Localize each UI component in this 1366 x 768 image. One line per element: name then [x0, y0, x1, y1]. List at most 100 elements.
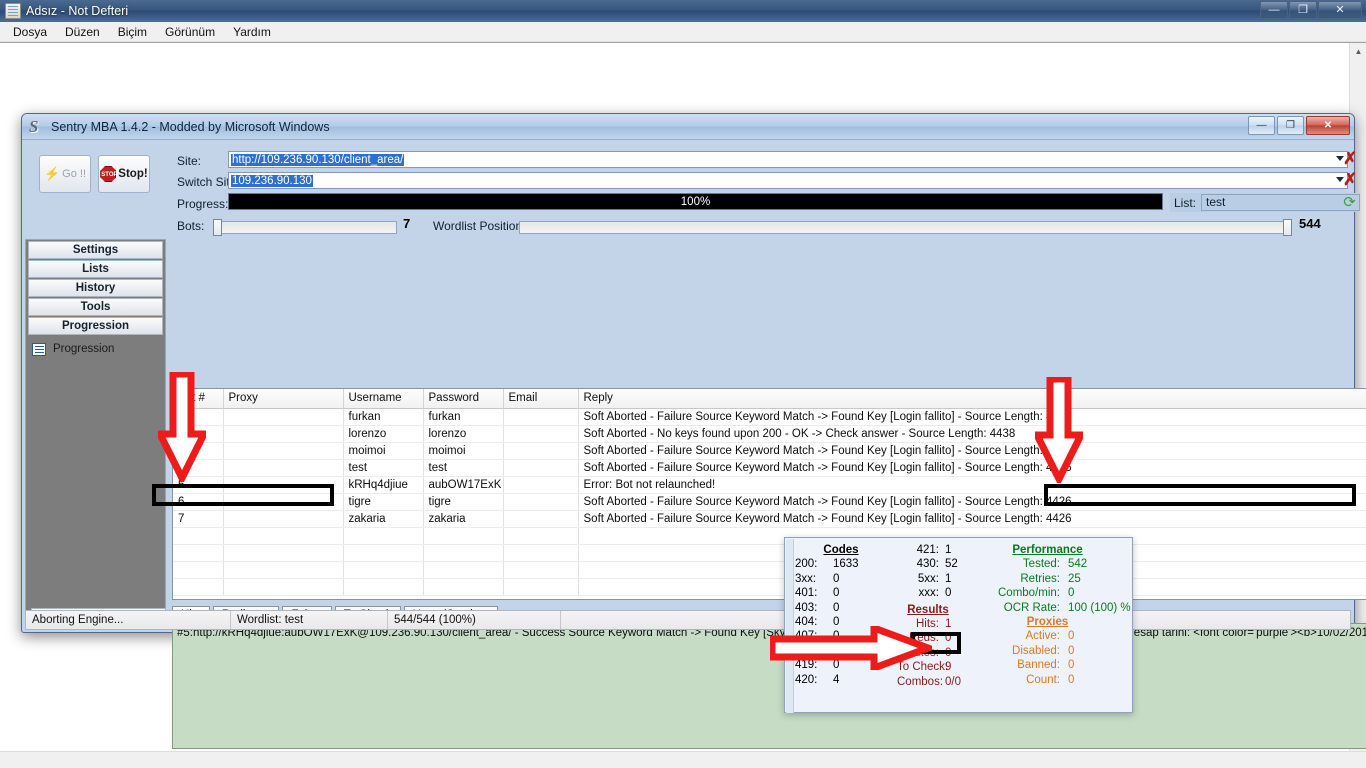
sentry-minimize-button[interactable]: —	[1248, 116, 1275, 135]
column-header-password[interactable]: Password	[423, 389, 503, 408]
clear-switch-site-icon[interactable]: ✗	[1343, 171, 1357, 188]
refresh-icon[interactable]: ⟳	[1341, 195, 1358, 211]
notepad-maximize-button[interactable]: ❐	[1289, 1, 1317, 19]
cell-proxy	[223, 510, 343, 527]
menu-gorunum[interactable]: Görünüm	[156, 23, 224, 41]
notepad-minimize-button[interactable]: —	[1260, 1, 1288, 19]
cell-empty	[173, 578, 223, 595]
stats-code-value: 4	[829, 673, 839, 687]
stats-performance-value: 0	[1060, 586, 1126, 600]
stats-code-label: 401:	[795, 586, 829, 600]
notepad-close-button[interactable]: ✕	[1318, 1, 1362, 19]
sidebar-item-lists[interactable]: Lists	[28, 260, 163, 278]
go-button[interactable]: ⚡ Go !!	[39, 155, 91, 193]
menu-bicim[interactable]: Biçim	[109, 23, 156, 41]
sidebar-item-settings[interactable]: Settings	[28, 241, 163, 259]
menu-duzen[interactable]: Düzen	[56, 23, 109, 41]
cell-empty	[503, 561, 578, 578]
cell-password: test	[423, 459, 503, 476]
stats-scrollbar[interactable]	[786, 539, 794, 713]
cell-password: tigre	[423, 493, 503, 510]
wordlist-slider-thumb[interactable]	[1283, 219, 1292, 236]
progress-value: 100%	[681, 196, 710, 208]
table-row-empty	[173, 578, 1366, 595]
notepad-window-buttons[interactable]: — ❐ ✕	[1259, 1, 1362, 19]
sentry-close-button[interactable]: ✕	[1306, 116, 1350, 135]
sentry-window-buttons[interactable]: — ❐ ✕	[1246, 116, 1350, 135]
notepad-titlebar: Adsız - Not Defteri — ❐ ✕	[0, 0, 1366, 22]
status-wordlist: Wordlist: test	[231, 611, 388, 629]
stats-result-value: 9	[939, 660, 969, 674]
table-row[interactable]: 3moimoimoimoiSoft Aborted - Failure Sour…	[173, 442, 1366, 459]
highlight-box-hits-count	[911, 632, 961, 654]
stats-performance-row: OCR Rate:100 (100) %	[969, 601, 1126, 615]
sentry-maximize-button[interactable]: ❐	[1277, 116, 1304, 135]
scroll-up-icon[interactable]: ▲	[1350, 43, 1366, 60]
stats-code-label: xxx:	[897, 586, 939, 600]
stats-proxy-value: 0	[1060, 629, 1126, 643]
table-row[interactable]: 7zakariazakariaSoft Aborted - Failure So…	[173, 510, 1366, 527]
sentry-title: Sentry MBA 1.4.2 - Modded by Microsoft W…	[51, 120, 330, 134]
cell-password: zakaria	[423, 510, 503, 527]
stats-code-row: 421:1	[887, 543, 969, 557]
table-row[interactable]: 4testtestSoft Aborted - Failure Source K…	[173, 459, 1366, 476]
switch-site-combobox[interactable]: 109.236.90.130	[228, 172, 1348, 189]
stats-code-row: 200:1633	[795, 557, 887, 571]
stats-code-value: 1633	[829, 557, 859, 571]
sidebar-item-history[interactable]: History	[28, 279, 163, 297]
hits-panel[interactable]: #5:http://kRHq4djiue:aubOW17ExK@109.236.…	[172, 623, 1366, 749]
stats-performance-label: Combo/min:	[998, 586, 1060, 600]
cell-empty	[423, 578, 503, 595]
stats-codes-heading: Codes	[795, 543, 887, 557]
sidebar-subitem-progression[interactable]: Progression	[26, 339, 165, 359]
stop-button[interactable]: STOP Stop!	[98, 155, 150, 193]
bots-slider-thumb[interactable]	[213, 219, 222, 236]
stats-code-value: 0	[829, 629, 839, 643]
cell-empty	[423, 561, 503, 578]
stats-proxy-value: 0	[1060, 673, 1126, 687]
cell-empty	[343, 544, 423, 561]
wordlist-slider[interactable]	[519, 221, 1289, 234]
menu-dosya[interactable]: Dosya	[4, 23, 56, 41]
cell-empty	[223, 544, 343, 561]
cell-bot: 7	[173, 510, 223, 527]
clear-site-icon[interactable]: ✗	[1343, 150, 1357, 167]
column-header-bot[interactable]: Bot #	[173, 389, 223, 408]
stats-code-label: 419:	[795, 658, 829, 672]
stats-performance-row: Retries:25	[969, 572, 1126, 586]
stats-proxy-label: Active:	[1025, 629, 1060, 643]
cell-proxy	[223, 442, 343, 459]
table-row[interactable]: 2lorenzolorenzoSoft Aborted - No keys fo…	[173, 425, 1366, 442]
column-header-email[interactable]: Email	[503, 389, 578, 408]
table-row-empty	[173, 561, 1366, 578]
stats-proxies-heading: Proxies	[969, 615, 1126, 629]
table-row[interactable]: 1furkanfurkanSoft Aborted - Failure Sour…	[173, 408, 1366, 425]
notepad-title: Adsız - Not Defteri	[26, 4, 128, 18]
stats-code-label: 430:	[897, 557, 939, 571]
cell-email	[503, 459, 578, 476]
cell-email	[503, 476, 578, 493]
stats-result-row: To Check:9	[887, 660, 969, 674]
column-header-reply[interactable]: Reply	[578, 389, 1366, 408]
notepad-horizontal-scrollbar[interactable]	[0, 751, 1366, 768]
stats-performance-row: Tested:542	[969, 557, 1126, 571]
sidebar-item-progression[interactable]: Progression	[28, 317, 163, 335]
stats-result-row: Hits:1	[887, 617, 969, 631]
list-value[interactable]: test	[1201, 194, 1360, 211]
bots-label: Bots:	[177, 219, 217, 233]
cell-empty	[423, 544, 503, 561]
site-combobox[interactable]: http://109.236.90.130/client_area/	[228, 151, 1348, 168]
stats-code-row: 413:0	[795, 644, 887, 658]
column-header-username[interactable]: Username	[343, 389, 423, 408]
menu-yardim[interactable]: Yardım	[224, 23, 280, 41]
cell-password: aubOW17ExK	[423, 476, 503, 493]
cell-email	[503, 442, 578, 459]
bots-slider[interactable]	[215, 221, 397, 234]
sidebar-item-tools[interactable]: Tools	[28, 298, 163, 316]
highlight-box-captured-data	[1044, 484, 1356, 506]
cell-reply: Soft Aborted - No keys found upon 200 - …	[578, 425, 1366, 442]
column-header-proxy[interactable]: Proxy	[223, 389, 343, 408]
go-button-label: Go !!	[62, 168, 86, 180]
stats-code-row: 3xx:0	[795, 572, 887, 586]
cell-reply: Soft Aborted - Failure Source Keyword Ma…	[578, 408, 1366, 425]
